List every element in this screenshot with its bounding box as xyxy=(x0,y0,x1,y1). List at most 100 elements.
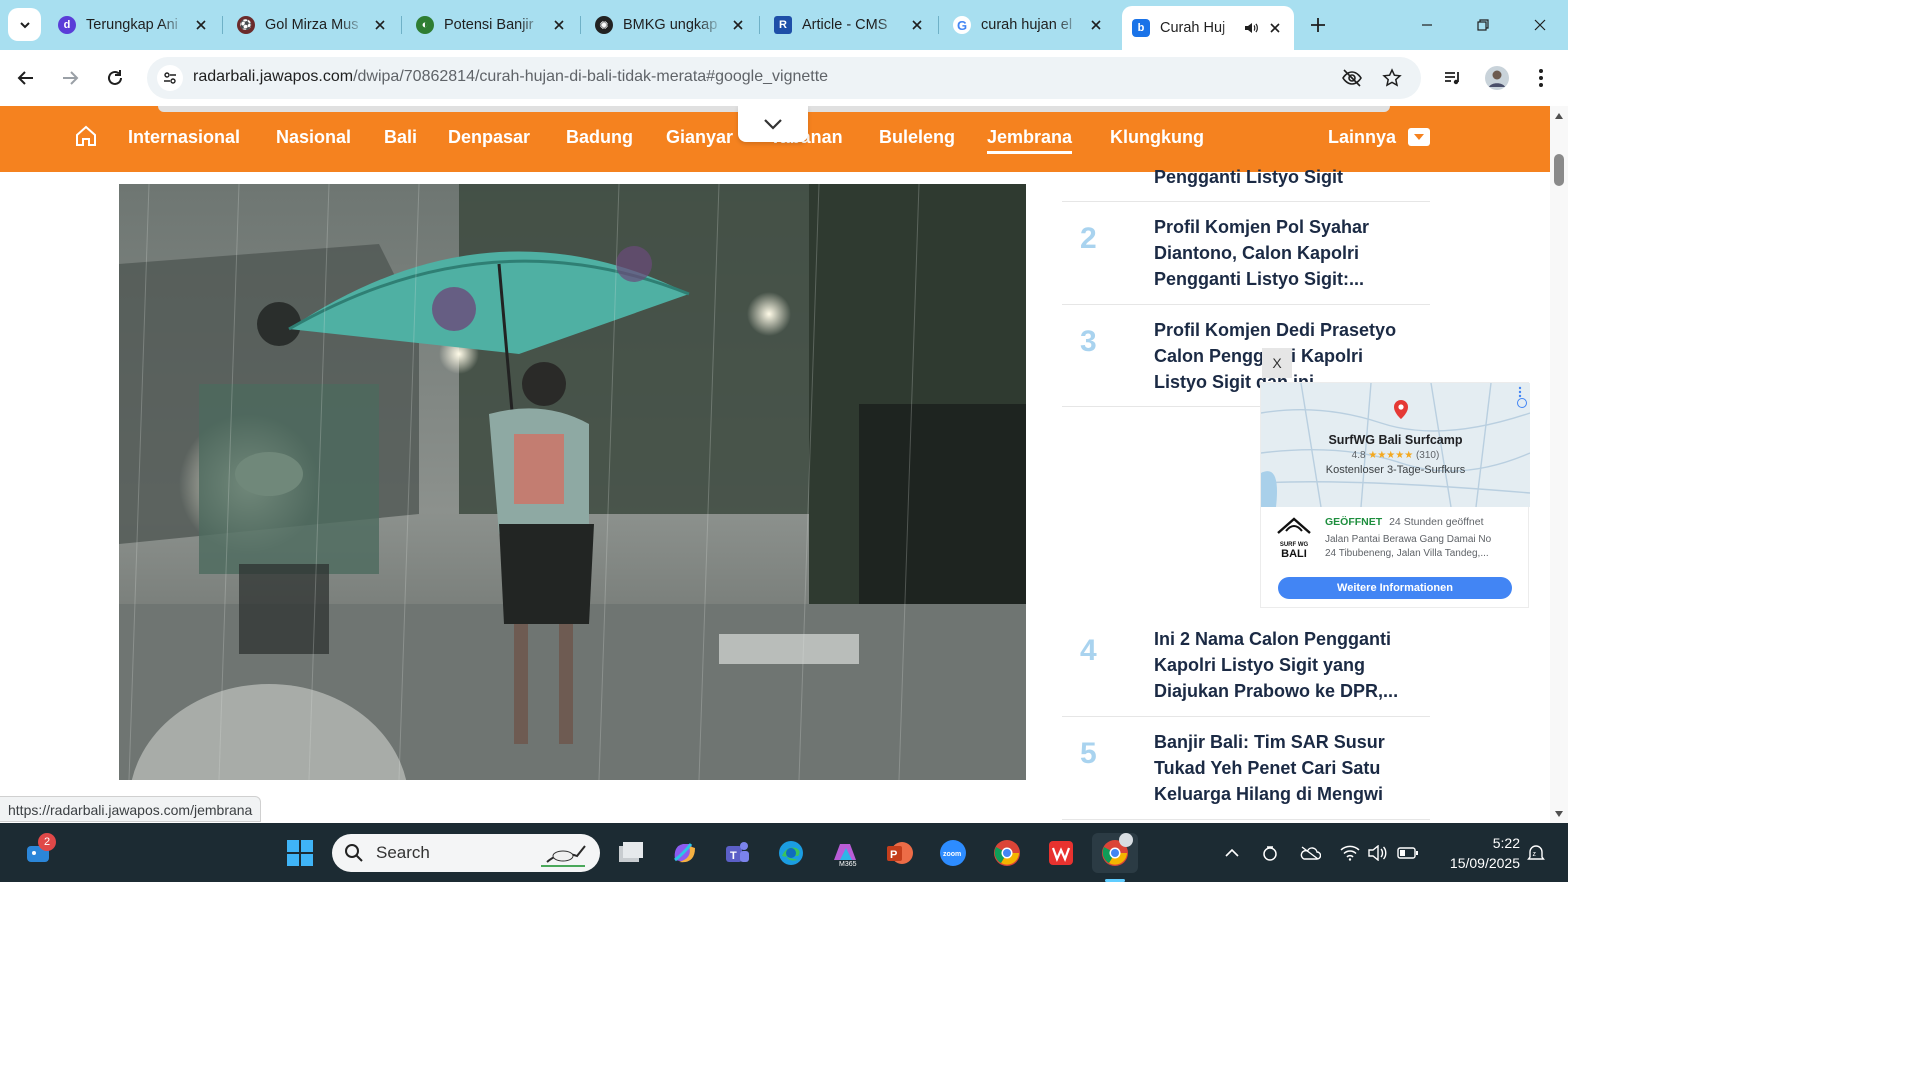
close-tab-icon[interactable] xyxy=(550,16,568,34)
close-tab-icon[interactable] xyxy=(729,16,747,34)
ad-close-button[interactable]: X xyxy=(1262,348,1292,378)
eye-slash-icon[interactable] xyxy=(1340,66,1364,90)
sidebar-item-4[interactable]: 4 Ini 2 Nama Calon Pengganti Kapolri Lis… xyxy=(1062,614,1430,717)
show-hidden-icons-button[interactable] xyxy=(1220,841,1244,865)
tab-divider xyxy=(222,16,223,34)
nav-more[interactable]: Lainnya xyxy=(1328,127,1396,148)
file-explorer-app[interactable] xyxy=(610,833,650,873)
svg-text:z: z xyxy=(1533,851,1537,858)
edge-app[interactable] xyxy=(771,833,811,873)
zoom-app[interactable]: zoom xyxy=(933,833,973,873)
close-window-button[interactable] xyxy=(1517,8,1563,42)
audio-playing-icon[interactable] xyxy=(1242,19,1260,37)
wps-icon xyxy=(1049,841,1073,865)
windows-logo-icon xyxy=(287,840,313,866)
new-tab-button[interactable] xyxy=(1305,12,1331,38)
nav-bali[interactable]: Bali xyxy=(384,127,417,148)
wifi-icon[interactable] xyxy=(1338,841,1362,865)
tab-title: Article - CMS xyxy=(802,17,888,33)
notification-center-icon[interactable]: z xyxy=(1524,841,1548,865)
tab-4[interactable]: ✺ BMKG ungkap xyxy=(585,8,757,42)
svg-text:zoom: zoom xyxy=(943,851,961,858)
address-bar[interactable]: radarbali.jawapos.com/dwipa/70862814/cur… xyxy=(147,57,1421,99)
ad-business-name: SurfWG Bali Surfcamp xyxy=(1328,433,1463,447)
media-control-button[interactable] xyxy=(1437,62,1469,94)
nav-buleleng[interactable]: Buleleng xyxy=(879,127,955,148)
ad-stars: ★★★★★ xyxy=(1368,450,1414,461)
close-tab-icon[interactable] xyxy=(1266,19,1284,37)
restore-button[interactable] xyxy=(1460,8,1506,42)
microsoft-365-app[interactable]: M365 xyxy=(825,833,865,873)
chevron-down-icon xyxy=(764,119,782,130)
restore-icon xyxy=(1477,19,1489,31)
tab-1[interactable]: d Terungkap Ani xyxy=(48,8,220,42)
nav-jembrana[interactable]: Jembrana xyxy=(987,127,1073,154)
close-tab-icon[interactable] xyxy=(371,16,389,34)
collapse-vignette-button[interactable] xyxy=(738,106,808,142)
surfwg-logo: SURF WG BALI xyxy=(1271,515,1317,561)
back-button[interactable] xyxy=(10,62,42,94)
tab-title: curah hujan el xyxy=(981,17,1073,33)
profile-avatar[interactable] xyxy=(1481,62,1513,94)
teams-app[interactable]: T xyxy=(717,833,757,873)
wps-app[interactable] xyxy=(1041,833,1081,873)
tab-title: Terungkap Ani xyxy=(86,17,178,33)
tab-6[interactable]: G curah hujan el xyxy=(943,8,1115,42)
scroll-down-icon[interactable] xyxy=(1554,810,1564,818)
outlook-notification-app[interactable]: 2 xyxy=(18,833,58,873)
copilot-app[interactable] xyxy=(664,833,704,873)
volume-icon[interactable] xyxy=(1366,841,1390,865)
start-button[interactable] xyxy=(280,833,320,873)
tab-active[interactable]: b Curah Huj xyxy=(1122,6,1294,50)
battery-icon[interactable] xyxy=(1396,841,1420,865)
close-tab-icon[interactable] xyxy=(908,16,926,34)
onedrive-icon[interactable] xyxy=(1298,841,1322,865)
ad-hours-row: GEÖFFNET 24 Stunden geöffnet xyxy=(1325,516,1484,528)
taskbar-clock[interactable]: 5:22 15/09/2025 xyxy=(1432,833,1520,873)
ad-hours: 24 Stunden geöffnet xyxy=(1389,516,1484,528)
page-scrollbar[interactable] xyxy=(1550,106,1568,823)
nav-badung[interactable]: Badung xyxy=(566,127,633,148)
minimize-icon xyxy=(1422,24,1432,26)
scroll-thumb[interactable] xyxy=(1554,154,1564,186)
chrome-app[interactable] xyxy=(987,833,1027,873)
home-icon[interactable] xyxy=(74,124,98,148)
ad-rating: 4.8 xyxy=(1351,450,1366,461)
close-tab-icon[interactable] xyxy=(1087,16,1105,34)
map-ad[interactable]: SurfWG Bali Surfcamp 4.8 ★★★★★ (310) Kos… xyxy=(1260,382,1530,608)
taskbar-search[interactable]: Search xyxy=(332,834,600,872)
scroll-up-icon[interactable] xyxy=(1554,112,1564,120)
bookmark-star-icon[interactable] xyxy=(1380,66,1404,90)
sidebar-item-2[interactable]: 2 Profil Komjen Pol Syahar Diantono, Cal… xyxy=(1062,202,1430,305)
sync-tray-icon[interactable] xyxy=(1258,841,1282,865)
nav-klungkung[interactable]: Klungkung xyxy=(1110,127,1204,148)
tab-5[interactable]: R Article - CMS xyxy=(764,8,936,42)
google-favicon-icon: G xyxy=(953,16,971,34)
nav-internasional[interactable]: Internasional xyxy=(128,127,240,148)
menu-button[interactable] xyxy=(1525,62,1557,94)
powerpoint-app[interactable]: P xyxy=(879,833,919,873)
tab-2[interactable]: ⚽ Gol Mirza Mus xyxy=(227,8,399,42)
chrome-active-app[interactable] xyxy=(1092,833,1138,882)
tab-title: Potensi Banjir xyxy=(444,17,534,33)
tab-search-button[interactable] xyxy=(8,8,41,41)
close-tab-icon[interactable] xyxy=(192,16,210,34)
minimize-button[interactable] xyxy=(1404,8,1450,42)
caret-down-icon[interactable] xyxy=(1408,128,1430,146)
site-info-icon[interactable] xyxy=(157,65,183,91)
forward-button[interactable] xyxy=(54,62,86,94)
tab-favicon-icon: d xyxy=(58,16,76,34)
sidebar-item-5[interactable]: 5 Banjir Bali: Tim SAR Susur Tukad Yeh P… xyxy=(1062,717,1430,820)
svg-text:M365: M365 xyxy=(839,861,857,868)
nav-gianyar[interactable]: Gianyar xyxy=(666,127,733,148)
reload-button[interactable] xyxy=(99,62,131,94)
taskbar-search-placeholder: Search xyxy=(376,843,430,862)
nav-denpasar[interactable]: Denpasar xyxy=(448,127,530,148)
url-host: radarbali.jawapos.com xyxy=(193,68,354,85)
tab-3[interactable]: ◐ Potensi Banjir xyxy=(406,8,578,42)
nav-nasional[interactable]: Nasional xyxy=(276,127,351,148)
sidebar-item-1[interactable]: Pengganti Listyo Sigit xyxy=(1062,162,1430,202)
ad-options-icon[interactable] xyxy=(1517,386,1525,400)
edge-icon xyxy=(779,841,803,865)
ad-cta-button[interactable]: Weitere Informationen xyxy=(1278,577,1512,599)
